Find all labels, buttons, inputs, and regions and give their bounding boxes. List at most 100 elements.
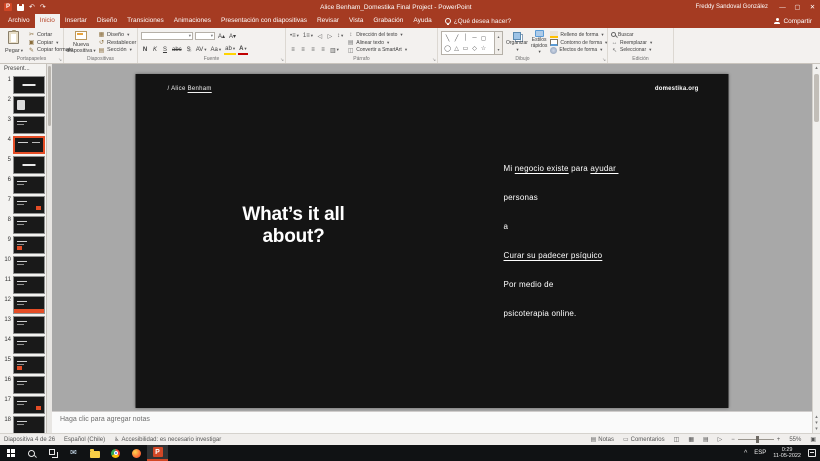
gallery-up-icon[interactable]: ▴	[497, 34, 499, 39]
shape-glyph[interactable]: ◇	[470, 43, 479, 53]
shape-glyph[interactable]: ▭	[461, 43, 470, 53]
slide-counter[interactable]: Diapositiva 4 de 26	[4, 437, 55, 443]
clipboard-dialog-launcher[interactable]	[58, 58, 62, 63]
notes-pane[interactable]: Haga clic para agregar notas	[52, 411, 812, 433]
line-spacing-button[interactable]: ↕	[336, 32, 344, 41]
mail-app-button[interactable]: ✉	[63, 445, 84, 461]
thumbnail-preview[interactable]	[13, 296, 45, 314]
slide-thumbnail-17[interactable]: 17	[2, 396, 46, 414]
shape-glyph[interactable]: │	[461, 33, 470, 43]
slide-thumbnail-9[interactable]: 9	[2, 236, 46, 254]
tab-dise-o[interactable]: Diseño	[92, 14, 122, 28]
slide-thumbnail-13[interactable]: 13	[2, 316, 46, 334]
slide-thumbnail-7[interactable]: 7	[2, 196, 46, 214]
thumbnail-preview[interactable]	[13, 416, 45, 433]
shape-glyph[interactable]: △	[452, 43, 461, 53]
task-view-button[interactable]	[42, 445, 63, 461]
tab-revisar[interactable]: Revisar	[312, 14, 344, 28]
shape-glyph[interactable]: ◯	[443, 43, 452, 53]
bold-button[interactable]: N	[141, 46, 149, 55]
shape-effects-button[interactable]: Efectos de forma	[550, 46, 607, 54]
slide-canvas[interactable]: / Alice Benham domestika.org What’s it a…	[52, 64, 812, 411]
tab-presentaci-n-con-diapositivas[interactable]: Presentación con diapositivas	[216, 14, 312, 28]
thumbnail-preview[interactable]	[13, 176, 45, 194]
italic-button[interactable]: K	[151, 46, 159, 55]
shape-glyph[interactable]: ╲	[443, 33, 452, 43]
redo-icon[interactable]: ↷	[40, 4, 46, 11]
justify-button[interactable]: ≡	[319, 46, 327, 55]
shape-glyph[interactable]: ◻	[479, 33, 488, 43]
slideshow-view-button[interactable]: ▷	[718, 436, 723, 443]
change-case-button[interactable]: Aa	[210, 46, 223, 55]
scrollbar-thumb[interactable]	[814, 74, 819, 122]
font-size-select[interactable]	[195, 32, 215, 40]
underline-button[interactable]: S	[161, 46, 169, 55]
new-slide-button[interactable]: Nueva diapositiva	[66, 30, 95, 55]
slide-thumbnail-6[interactable]: 6	[2, 176, 46, 194]
tab-transiciones[interactable]: Transiciones	[122, 14, 169, 28]
language-status[interactable]: Español (Chile)	[64, 437, 105, 443]
numbering-button[interactable]: 1≡	[302, 32, 314, 41]
powerpoint-app-button[interactable]: P	[147, 445, 168, 461]
slide-thumbnail-16[interactable]: 16	[2, 376, 46, 394]
scroll-down-icon[interactable]: ▾	[815, 426, 818, 432]
accessibility-status[interactable]: ♿ Accesibilidad: es necesario investigar	[114, 436, 221, 444]
save-icon[interactable]	[17, 3, 24, 11]
maximize-button[interactable]: ▢	[790, 0, 805, 14]
reading-view-button[interactable]: ▤	[703, 436, 709, 443]
account-name[interactable]: Freddy Sandoval González	[696, 4, 768, 10]
zoom-slider-thumb[interactable]	[755, 436, 759, 443]
zoom-in-button[interactable]: +	[777, 437, 781, 443]
slide-thumbnail-15[interactable]: 15	[2, 356, 46, 374]
thumbnail-preview[interactable]	[13, 136, 45, 154]
notes-toggle-button[interactable]: ▤ Notas	[591, 436, 614, 444]
text-direction-button[interactable]: ↕ Dirección del texto	[347, 31, 407, 39]
replace-button[interactable]: ↔ Reemplazar	[611, 39, 652, 47]
thumbnail-preview[interactable]	[13, 256, 45, 274]
tab-archivo[interactable]: Archivo	[3, 14, 35, 28]
zoom-slider[interactable]	[737, 436, 774, 443]
shape-fill-button[interactable]: Relleno de forma	[550, 31, 607, 39]
shapes-gallery-scroll[interactable]: ▴ ▾	[495, 31, 503, 55]
align-center-button[interactable]: ≡	[299, 46, 307, 55]
scroll-up-icon[interactable]: ▴	[815, 65, 818, 71]
highlight-color-button[interactable]: ab	[224, 46, 237, 55]
tab-inicio[interactable]: Inicio	[34, 14, 60, 28]
font-dialog-launcher[interactable]	[280, 58, 284, 63]
tray-expand-icon[interactable]: ^	[744, 450, 747, 457]
taskbar-search-button[interactable]	[21, 445, 42, 461]
slide-thumbnail-10[interactable]: 10	[2, 256, 46, 274]
tab-animaciones[interactable]: Animaciones	[169, 14, 216, 28]
minimize-button[interactable]: —	[775, 0, 790, 14]
bullets-button[interactable]: •≡	[289, 32, 300, 41]
file-explorer-button[interactable]	[84, 445, 105, 461]
chrome-app-button[interactable]	[105, 445, 126, 461]
slide-sorter-view-button[interactable]: ▦	[688, 436, 694, 443]
increase-indent-button[interactable]: ▷	[326, 32, 334, 41]
comments-toggle-button[interactable]: ▭ Comentarios	[623, 436, 665, 444]
thumbnail-preview[interactable]	[13, 236, 45, 254]
shape-glyph[interactable]: ─	[470, 33, 479, 43]
align-text-button[interactable]: ▤ Alinear texto	[347, 39, 407, 47]
tab-insertar[interactable]: Insertar	[60, 14, 92, 28]
gallery-down-icon[interactable]: ▾	[497, 47, 499, 52]
thumbnail-preview[interactable]	[13, 356, 45, 374]
tab-ayuda[interactable]: Ayuda	[408, 14, 436, 28]
thumbnail-preview[interactable]	[13, 316, 45, 334]
zoom-percentage[interactable]: 55%	[789, 437, 801, 443]
shrink-font-button[interactable]: A▾	[228, 32, 237, 41]
slide-thumbnail-18[interactable]: 18	[2, 416, 46, 433]
thumbnail-preview[interactable]	[13, 216, 45, 234]
share-button[interactable]: Compartir	[766, 18, 820, 25]
zoom-out-button[interactable]: −	[731, 437, 735, 443]
strikethrough-button[interactable]: abc	[171, 46, 183, 55]
align-right-button[interactable]: ≡	[309, 46, 317, 55]
paragraph-dialog-launcher[interactable]	[432, 58, 436, 63]
select-button[interactable]: ↖ Seleccionar	[611, 46, 652, 54]
find-button[interactable]: Buscar	[611, 31, 652, 39]
input-language-indicator[interactable]: ESP	[754, 450, 766, 456]
columns-button[interactable]: ▥	[329, 46, 340, 55]
tab-vista[interactable]: Vista	[344, 14, 368, 28]
section-button[interactable]: ▤ Sección	[98, 46, 136, 54]
shapes-gallery[interactable]: ╲ ╱ │ ─ ◻ ◯ △ ▭ ◇ ☆	[441, 31, 495, 55]
